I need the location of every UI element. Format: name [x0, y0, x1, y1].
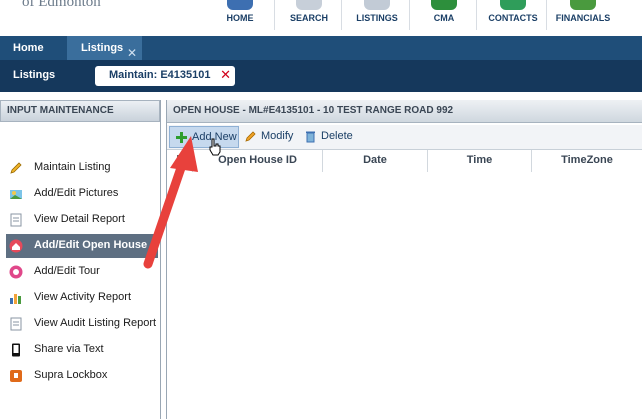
cma-icon	[431, 0, 457, 10]
nav-listings-label: LISTINGS	[356, 13, 398, 23]
menu-item-label: Add/Edit Tour	[34, 265, 100, 277]
document-icon	[10, 213, 22, 227]
menu-maintain-listing[interactable]: Maintain Listing	[6, 156, 158, 180]
nav-financials-label: FINANCIALS	[555, 13, 611, 23]
column-date[interactable]: Date	[323, 150, 428, 172]
sub-nav-bar: Listings Maintain: E4135101 ✕	[0, 60, 642, 92]
audit-report-icon	[10, 317, 22, 331]
phone-icon	[12, 343, 20, 357]
nav-listings[interactable]: LISTINGS	[344, 0, 410, 36]
menu-item-label: Supra Lockbox	[34, 369, 108, 381]
panel-title: INPUT MAINTENANCE	[7, 105, 114, 116]
nav-contacts[interactable]: CONTACTS	[480, 0, 546, 36]
nav-divider	[476, 0, 477, 30]
column-time[interactable]: Time	[428, 150, 532, 172]
nav-financials[interactable]: FINANCIALS	[550, 0, 616, 36]
nav-search-label: SEARCH	[289, 13, 328, 23]
delete-button[interactable]: Delete	[299, 126, 359, 148]
menu-view-activity-report[interactable]: View Activity Report	[6, 286, 158, 310]
menu-view-detail-report[interactable]: View Detail Report	[6, 208, 158, 232]
hand-cursor-icon	[209, 138, 221, 156]
menu-item-label: Add/Edit Pictures	[34, 187, 119, 199]
menu-item-label: View Detail Report	[34, 213, 125, 225]
column-header-label: TimeZone	[561, 154, 613, 166]
nav-divider	[274, 0, 275, 30]
input-maintenance-panel: INPUT MAINTENANCE Maintain Listing Add/E…	[0, 100, 161, 419]
add-icon	[176, 132, 187, 143]
nav-divider	[546, 0, 547, 30]
top-header: of Edmonton HOME SEARCH LISTINGS CMA CON…	[0, 0, 642, 36]
contacts-icon	[500, 0, 526, 10]
panel-header: OPEN HOUSE - ML#E4135101 - 10 TEST RANGE…	[167, 100, 642, 123]
breadcrumb[interactable]: Listings	[13, 69, 55, 81]
modify-button[interactable]: Modify	[239, 126, 301, 148]
tour-icon	[9, 265, 23, 279]
open-house-icon	[9, 239, 23, 253]
modify-label: Modify	[261, 130, 294, 142]
close-icon[interactable]: ✕	[220, 67, 231, 83]
nav-search[interactable]: SEARCH	[276, 0, 342, 36]
listings-icon	[364, 0, 390, 10]
menu-item-label: View Activity Report	[34, 291, 132, 303]
lockbox-icon	[10, 370, 22, 382]
nav-home-label: HOME	[226, 13, 254, 23]
pictures-icon	[10, 190, 22, 199]
menu-add-edit-open-house[interactable]: Add/Edit Open House	[6, 234, 158, 258]
toolbar: Add New Modify Delete	[167, 125, 642, 149]
open-house-panel: OPEN HOUSE - ML#E4135101 - 10 TEST RANGE…	[166, 100, 642, 419]
nav-cma[interactable]: CMA	[411, 0, 477, 36]
menu-share-via-text[interactable]: Share via Text	[6, 338, 158, 362]
grid-body	[167, 172, 642, 419]
menu-item-label: Share via Text	[34, 343, 104, 355]
panel-title: OPEN HOUSE - ML#E4135101 - 10 TEST RANGE…	[173, 105, 454, 116]
panel-header: INPUT MAINTENANCE	[0, 100, 160, 122]
select-all-column	[167, 150, 193, 172]
menu-item-label: Add/Edit Open House	[34, 239, 148, 251]
tab-home[interactable]: Home	[13, 36, 44, 60]
tab-bar: Home Listings ✕	[0, 36, 642, 60]
open-record-label: Maintain: E4135101	[109, 69, 211, 81]
menu-add-edit-tour[interactable]: Add/Edit Tour	[6, 260, 158, 284]
menu-item-label: View Audit Listing Report	[34, 317, 157, 329]
menu-item-label: Maintain Listing	[34, 161, 111, 173]
nav-divider	[409, 0, 410, 30]
nav-cma-label: CMA	[433, 13, 455, 23]
search-icon	[296, 0, 322, 10]
pencil-icon	[10, 162, 22, 174]
grid-header: Open House ID Date Time TimeZone	[167, 149, 642, 173]
menu-add-edit-pictures[interactable]: Add/Edit Pictures	[6, 182, 158, 206]
modify-icon	[245, 131, 256, 142]
column-header-label: Date	[363, 154, 387, 166]
nav-contacts-label: CONTACTS	[488, 13, 538, 23]
open-record-tab[interactable]: Maintain: E4135101 ✕	[95, 66, 235, 86]
menu-supra-lockbox[interactable]: Supra Lockbox	[6, 364, 158, 388]
add-new-button[interactable]: Add New	[169, 126, 239, 148]
activity-chart-icon	[10, 294, 21, 304]
financials-icon	[570, 0, 596, 10]
brand-logo: of Edmonton	[22, 0, 101, 10]
column-header-label: Time	[466, 154, 493, 166]
home-icon	[227, 0, 253, 10]
delete-icon	[306, 131, 315, 143]
nav-divider	[341, 0, 342, 30]
select-all-checkbox[interactable]	[177, 155, 190, 168]
tab-listings-label: Listings	[81, 42, 124, 54]
column-timezone[interactable]: TimeZone	[532, 150, 642, 172]
menu-view-audit-listing-report[interactable]: View Audit Listing Report	[6, 312, 158, 336]
delete-label: Delete	[321, 130, 353, 142]
tab-listings[interactable]: Listings ✕	[67, 36, 142, 60]
nav-home[interactable]: HOME	[207, 0, 273, 36]
